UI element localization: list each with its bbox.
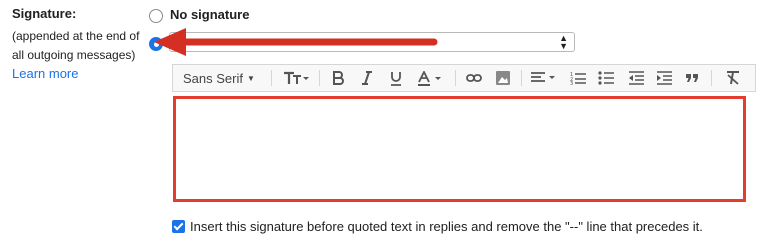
toolbar-divider	[271, 70, 272, 86]
select-arrows-icon: ▲ ▼	[559, 33, 568, 51]
chevron-down-icon: ▼	[246, 73, 255, 83]
numbered-list-icon[interactable]: 1 2 3	[567, 65, 589, 91]
signature-description: (appended at the end of all outgoing mes…	[12, 29, 140, 62]
no-signature-radio[interactable]	[149, 9, 163, 23]
signature-editor[interactable]	[174, 97, 745, 201]
toolbar-divider	[521, 70, 522, 86]
learn-more-link[interactable]: Learn more	[12, 66, 78, 81]
no-signature-label[interactable]: No signature	[170, 7, 249, 22]
toolbar-divider	[455, 70, 456, 86]
signature-title: Signature:	[12, 6, 77, 21]
align-icon[interactable]	[527, 65, 561, 91]
signature-select-value	[180, 36, 183, 50]
bold-icon[interactable]	[327, 65, 349, 91]
formatting-toolbar: Sans Serif ▼ 1 2 3	[172, 64, 756, 92]
indent-more-icon[interactable]	[653, 65, 675, 91]
svg-text:3: 3	[570, 81, 573, 85]
signature-select[interactable]: ▲ ▼	[169, 32, 575, 52]
indent-less-icon[interactable]	[625, 65, 647, 91]
italic-icon[interactable]	[356, 65, 378, 91]
insert-before-quoted-checkbox[interactable]	[172, 220, 185, 233]
remove-formatting-icon[interactable]	[721, 65, 745, 91]
bulleted-list-icon[interactable]	[595, 65, 617, 91]
underline-icon[interactable]	[385, 65, 407, 91]
text-color-icon[interactable]	[414, 65, 448, 91]
toolbar-divider	[711, 70, 712, 86]
custom-signature-radio[interactable]	[149, 37, 163, 51]
insert-before-quoted-label[interactable]: Insert this signature before quoted text…	[190, 219, 703, 234]
toolbar-divider	[319, 70, 320, 86]
text-size-icon[interactable]	[279, 65, 313, 91]
image-icon[interactable]	[492, 65, 514, 91]
font-family-dropdown[interactable]: Sans Serif ▼	[183, 65, 255, 91]
quote-icon[interactable]	[681, 65, 703, 91]
link-icon[interactable]	[463, 65, 485, 91]
font-family-label: Sans Serif	[183, 70, 243, 86]
